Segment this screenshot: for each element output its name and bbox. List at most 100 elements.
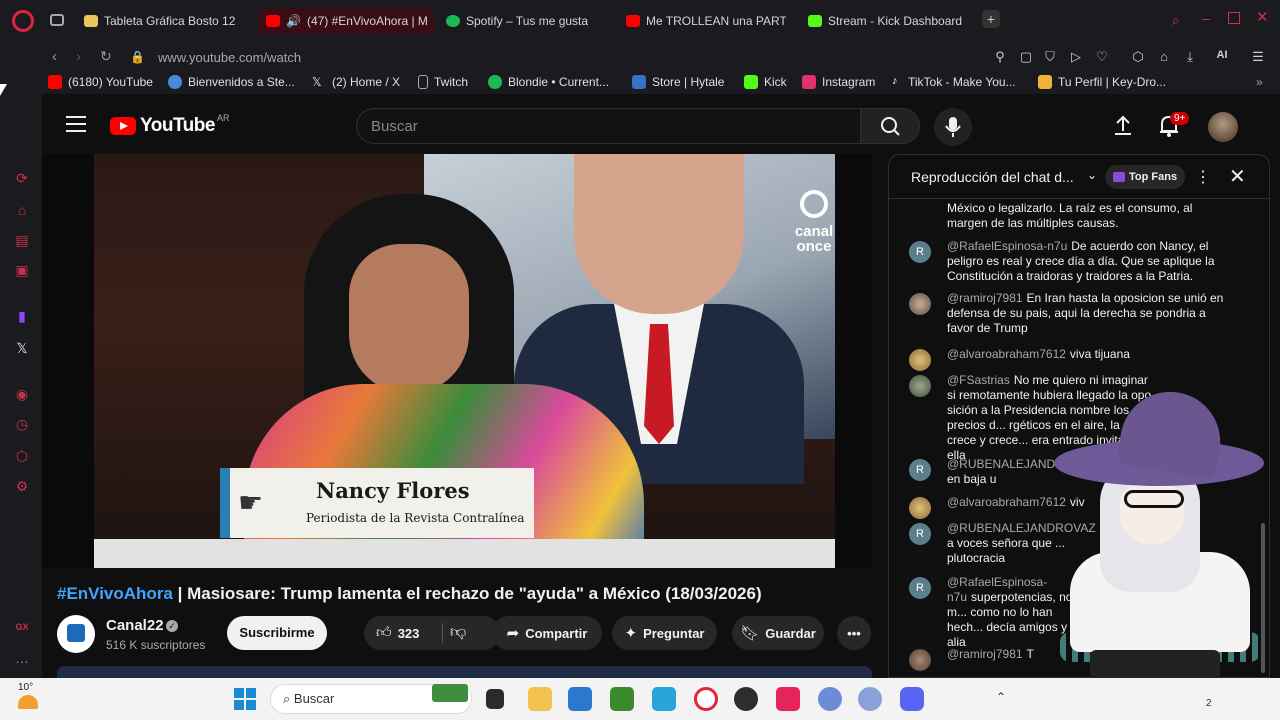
chat-title[interactable]: Reproducción del chat d... [911, 169, 1074, 185]
crypto-wallet-icon[interactable]: ⌂ [13, 202, 31, 220]
gx-icon[interactable]: GX [13, 622, 31, 640]
windows-start-icon[interactable] [234, 688, 256, 710]
speaker-icon[interactable]: 🔊 [286, 14, 301, 28]
aria-icon[interactable]: ⟳ [13, 170, 31, 188]
voice-search-button[interactable] [934, 108, 972, 146]
create-upload-icon[interactable] [1112, 114, 1134, 141]
extensions-icon[interactable]: ⬡ [13, 448, 31, 466]
chat-avatar[interactable]: R [909, 523, 931, 545]
opera-icon[interactable] [694, 687, 718, 711]
top-fans-button[interactable]: Top Fans [1105, 165, 1186, 189]
messenger-icon[interactable]: ▤ [13, 232, 31, 250]
account-avatar[interactable] [1208, 112, 1238, 142]
profile-icon[interactable]: ⌂ [1156, 49, 1172, 65]
close-window-icon[interactable]: ✕ [1256, 8, 1269, 26]
tiktok-icon[interactable] [776, 687, 800, 711]
discord-icon[interactable] [900, 687, 924, 711]
video-player[interactable]: canal once ☛ Nancy Flores Periodista de … [42, 154, 872, 568]
subscribe-button[interactable]: Suscribirme [227, 616, 327, 650]
heart-icon[interactable]: ♡ [1094, 49, 1110, 65]
x-icon[interactable]: 𝕏 [13, 340, 31, 358]
kebab-menu-icon[interactable]: ⋮ [1195, 167, 1211, 187]
title-hashtag-link[interactable]: #EnVivoAhora [57, 584, 173, 603]
chevron-down-icon[interactable]: ⌄ [1087, 168, 1097, 182]
reload-icon[interactable]: ↻ [100, 48, 112, 65]
globe-icon-2[interactable] [858, 687, 882, 711]
close-icon[interactable]: ✕ [1229, 164, 1246, 189]
search-tabs-icon[interactable]: ⌕ [1172, 12, 1180, 29]
pin-icon[interactable]: ⚲ [992, 49, 1008, 65]
adblock-icon[interactable]: ⛉ [1042, 49, 1058, 65]
forward-icon[interactable]: › [76, 48, 81, 65]
description-box[interactable] [57, 666, 872, 678]
url-field[interactable]: www.youtube.com/watch [158, 50, 301, 65]
tab-islands-icon[interactable] [50, 14, 64, 26]
channel-name[interactable]: Canal22 [106, 617, 164, 634]
chat-avatar[interactable]: R [909, 241, 931, 263]
chat-author[interactable]: @RUBENALEJAND [947, 457, 1055, 471]
tab-spotify[interactable]: Spotify – Tus me gusta [446, 8, 616, 34]
easy-setup-icon[interactable]: ☰ [1250, 49, 1266, 65]
minimize-icon[interactable]: – [1202, 10, 1210, 26]
tab-bosto[interactable]: Tableta Gráfica Bosto 12 [84, 8, 244, 34]
channel-avatar[interactable] [57, 615, 95, 653]
bookmark-hytale[interactable]: Store | Hytale [632, 75, 724, 89]
file-explorer-icon[interactable] [528, 687, 552, 711]
more-actions-button[interactable]: ••• [837, 616, 871, 650]
bookmark-keydrop[interactable]: Tu Perfil | Key-Dro... [1038, 75, 1166, 89]
player-icon[interactable]: ▷ [1068, 49, 1084, 65]
ask-button[interactable]: ✦ Preguntar [612, 616, 717, 650]
settings-icon[interactable]: ⚙ [13, 478, 31, 496]
chat-author[interactable]: @ramiroj7981 [947, 647, 1023, 661]
chat-author[interactable]: @FSastrias [947, 373, 1010, 387]
chat-avatar[interactable] [909, 497, 931, 519]
maximize-icon[interactable] [1228, 12, 1240, 24]
weather-widget[interactable]: 10° [18, 682, 38, 709]
chat-avatar[interactable] [909, 293, 931, 315]
bookmark-steam[interactable]: Bienvenidos a Ste... [168, 75, 295, 89]
chat-author[interactable]: @RafaelEspinosa-n7u [947, 239, 1067, 253]
obs-icon[interactable] [734, 687, 758, 711]
plus-icon[interactable]: + [982, 10, 1000, 28]
more-bookmarks-icon[interactable]: » [1256, 75, 1263, 89]
ai-button[interactable]: AI [1208, 49, 1236, 65]
chat-author[interactable]: @ramiroj7981 [947, 291, 1023, 305]
bookmark-kick[interactable]: Kick [744, 75, 787, 89]
bookmark-instagram[interactable]: Instagram [802, 75, 875, 89]
gmail-icon[interactable]: ▣ [13, 262, 31, 280]
chat-avatar[interactable] [909, 349, 931, 371]
twitch-icon[interactable]: ▮ [13, 308, 31, 326]
chat-avatar[interactable] [909, 375, 931, 397]
minecraft-icon[interactable] [610, 687, 634, 711]
history-icon[interactable]: ◷ [13, 416, 31, 434]
tray-clock-area[interactable]: 2 [1206, 698, 1212, 709]
tab-youtube-active[interactable]: 🔊 (47) #EnVivoAhora | M [258, 8, 434, 34]
tab-video[interactable]: Me TROLLEAN una PARTI [626, 8, 786, 34]
more-icon[interactable]: … [13, 650, 31, 668]
youtube-logo[interactable]: YouTube AR [110, 113, 229, 137]
tab-kick[interactable]: Stream - Kick Dashboard [808, 8, 978, 34]
chat-avatar[interactable] [909, 649, 931, 671]
chat-avatar[interactable]: R [909, 577, 931, 599]
bookmark-x[interactable]: 𝕏 (2) Home / X [312, 75, 400, 89]
thumbs-down-icon[interactable]: 👎︎ [450, 623, 466, 642]
share-button[interactable]: ➦ Compartir [492, 616, 602, 650]
like-button[interactable]: 👍︎ 323 [364, 616, 500, 650]
bookmark-youtube[interactable]: (6180) YouTube [48, 75, 153, 89]
hamburger-menu-icon[interactable] [66, 116, 86, 132]
back-icon[interactable]: ‹ [52, 48, 57, 65]
extensions-icon[interactable]: ⬡ [1130, 49, 1146, 65]
chat-avatar[interactable]: R [909, 459, 931, 481]
download-icon[interactable]: ⤓ [1182, 49, 1198, 65]
globe-icon[interactable] [818, 687, 842, 711]
task-view-icon[interactable] [486, 689, 504, 709]
store-icon[interactable] [568, 687, 592, 711]
opera-logo-icon[interactable] [12, 10, 34, 32]
photos-icon[interactable] [652, 687, 676, 711]
bookmark-spotify[interactable]: Blondie • Current... [488, 75, 609, 89]
chat-author[interactable]: @alvaroabraham7612 [947, 347, 1066, 361]
bookmark-tiktok[interactable]: ♪ TikTok - Make You... [892, 75, 1016, 89]
player-icon[interactable]: ◉ [13, 386, 31, 404]
search-button[interactable] [860, 108, 920, 144]
search-input[interactable]: Buscar [356, 108, 860, 144]
